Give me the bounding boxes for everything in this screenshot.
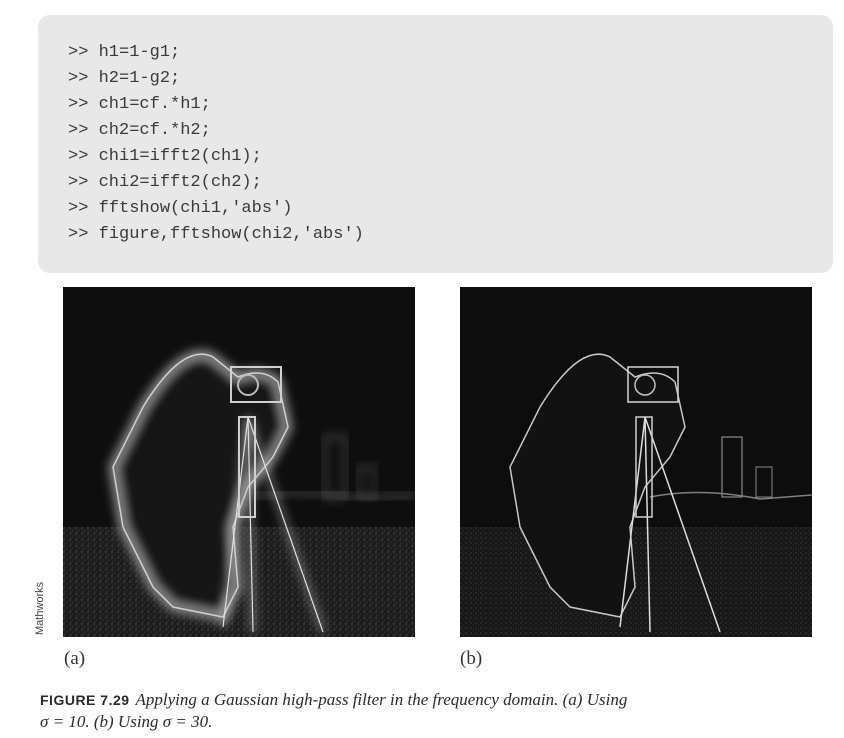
cameraman-highpass-b [460, 287, 812, 637]
code-line: >> chi2=ifft2(ch2); [68, 173, 262, 192]
figure-label-b: (b) [460, 648, 483, 669]
code-line: >> h2=1-g2; [68, 69, 181, 88]
caption-label: FIGURE 7.29 [40, 692, 130, 708]
caption-text-line1: Applying a Gaussian high-pass filter in … [135, 690, 628, 709]
code-line: >> chi1=ifft2(ch1); [68, 147, 262, 166]
cameraman-highpass-a [63, 287, 415, 637]
code-line: >> figure,fftshow(chi2,'abs') [68, 225, 364, 244]
figure-label-a: (a) [64, 648, 86, 669]
image-credit: Mathworks [34, 581, 46, 635]
figure-caption: FIGURE 7.29 Applying a Gaussian high-pas… [40, 689, 830, 732]
code-line: >> ch2=cf.*h2; [68, 121, 211, 140]
figure-image-a [63, 287, 415, 637]
code-line: >> ch1=cf.*h1; [68, 95, 211, 114]
code-line: >> fftshow(chi1,'abs') [68, 199, 293, 218]
code-listing: >> h1=1-g1; >> h2=1-g2; >> ch1=cf.*h1; >… [38, 15, 833, 273]
code-line: >> h1=1-g1; [68, 43, 181, 62]
figure-image-b [460, 287, 812, 637]
caption-text-line2: σ = 10. (b) Using σ = 30. [40, 712, 213, 731]
